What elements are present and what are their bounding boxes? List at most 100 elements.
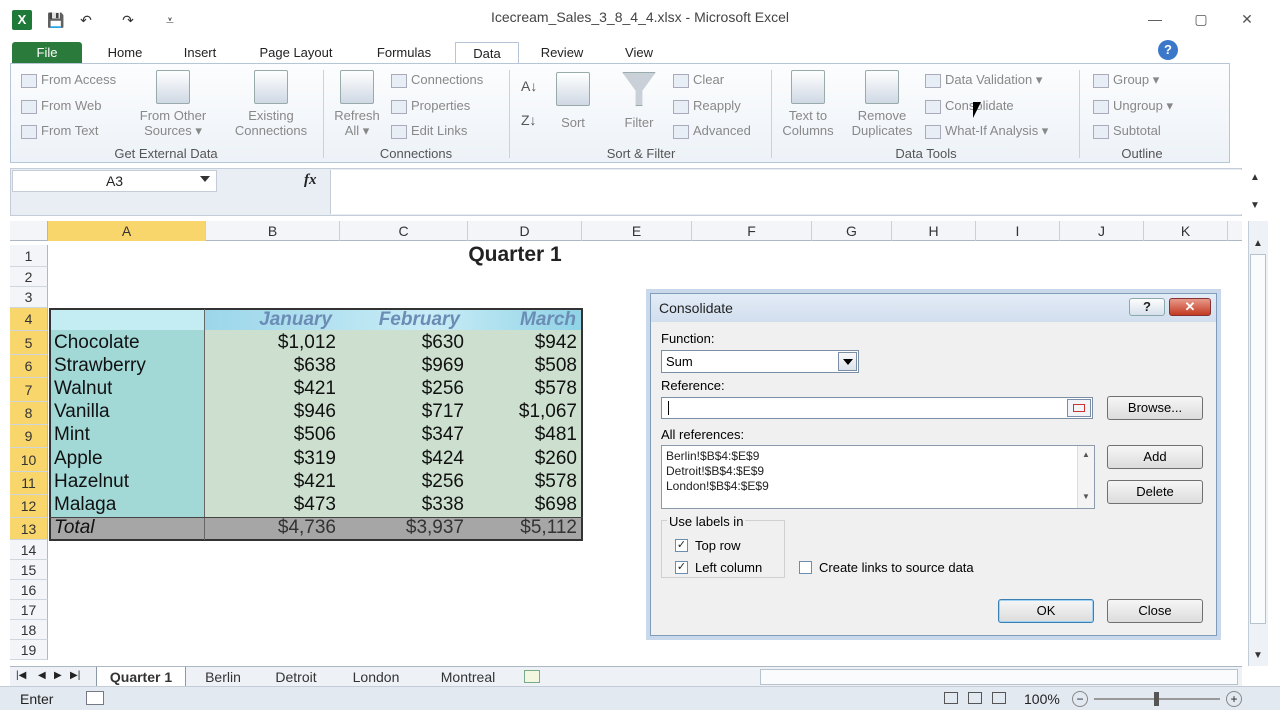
left-column-checkbox[interactable]: ✓: [675, 561, 688, 574]
fx-icon[interactable]: fx: [304, 172, 317, 189]
page-break-view-icon[interactable]: [992, 692, 1006, 704]
ok-button[interactable]: OK: [998, 599, 1094, 623]
row-header[interactable]: 18: [10, 620, 48, 640]
march-value[interactable]: $260: [470, 448, 577, 470]
formula-scroll-up-icon[interactable]: ▲: [1250, 172, 1260, 183]
february-value[interactable]: $630: [340, 332, 464, 354]
product-name[interactable]: Malaga: [54, 494, 116, 516]
remove-duplicates-button[interactable]: Remove Duplicates: [845, 70, 919, 138]
sort-button[interactable]: Sort: [553, 72, 593, 130]
row-header[interactable]: 2: [10, 267, 48, 287]
insert-sheet-icon[interactable]: [524, 670, 540, 683]
row-header[interactable]: 15: [10, 560, 48, 580]
product-name[interactable]: Vanilla: [54, 401, 110, 423]
formula-input[interactable]: [330, 170, 1242, 214]
tab-insert[interactable]: Insert: [168, 42, 232, 64]
column-header-j[interactable]: J: [1060, 221, 1144, 241]
sheet-nav-first-icon[interactable]: |◀: [16, 670, 26, 681]
row-header[interactable]: 19: [10, 640, 48, 660]
scroll-up-icon[interactable]: ▲: [1253, 238, 1263, 249]
january-value[interactable]: $421: [210, 378, 336, 400]
sheet-tab-london[interactable]: London: [340, 667, 412, 687]
add-button[interactable]: Add: [1107, 445, 1203, 469]
list-item[interactable]: Detroit!$B$4:$E$9: [666, 464, 764, 478]
row-header[interactable]: 6: [10, 355, 48, 378]
row-header[interactable]: 8: [10, 402, 48, 425]
edit-links-button[interactable]: Edit Links: [391, 123, 467, 139]
march-value[interactable]: $698: [470, 494, 577, 516]
sheet-nav-next-icon[interactable]: ▶: [54, 670, 62, 681]
january-value[interactable]: $506: [210, 424, 336, 446]
from-web-button[interactable]: From Web: [21, 98, 101, 114]
product-name[interactable]: Strawberry: [54, 355, 146, 377]
total-march[interactable]: $5,112: [470, 517, 577, 539]
column-header-d[interactable]: D: [468, 221, 582, 241]
top-row-checkbox[interactable]: ✓: [675, 539, 688, 552]
sheet-tab-detroit[interactable]: Detroit: [262, 667, 330, 687]
help-icon[interactable]: ?: [1158, 40, 1178, 60]
dialog-close-button[interactable]: ✕: [1169, 298, 1211, 316]
close-button[interactable]: Close: [1107, 599, 1203, 623]
tab-formulas[interactable]: Formulas: [362, 42, 446, 64]
macro-record-icon[interactable]: [86, 691, 104, 705]
horizontal-scrollbar[interactable]: [760, 669, 1238, 685]
row-header[interactable]: 7: [10, 378, 48, 402]
january-value[interactable]: $421: [210, 471, 336, 493]
header-march[interactable]: March: [462, 309, 576, 331]
product-name[interactable]: Hazelnut: [54, 471, 129, 493]
row-header[interactable]: 17: [10, 600, 48, 620]
what-if-analysis-button[interactable]: What-If Analysis ▾: [925, 123, 1048, 139]
filter-button[interactable]: Filter: [617, 72, 661, 130]
all-references-list[interactable]: Berlin!$B$4:$E$9 Detroit!$B$4:$E$9 Londo…: [661, 445, 1095, 509]
january-value[interactable]: $319: [210, 448, 336, 470]
browse-button[interactable]: Browse...: [1107, 396, 1203, 420]
dialog-help-button[interactable]: ?: [1129, 298, 1165, 316]
row-header[interactable]: 14: [10, 540, 48, 560]
text-to-columns-button[interactable]: Text to Columns: [777, 70, 839, 138]
refresh-all-button[interactable]: Refresh All ▾: [329, 70, 385, 138]
tab-page-layout[interactable]: Page Layout: [246, 42, 346, 64]
maximize-button[interactable]: ▢: [1186, 8, 1216, 30]
header-february[interactable]: February: [334, 309, 460, 331]
from-other-sources-button[interactable]: From Other Sources ▾: [129, 70, 217, 138]
scroll-thumb[interactable]: [1250, 254, 1266, 624]
march-value[interactable]: $578: [470, 378, 577, 400]
list-scroll-up-icon[interactable]: ▲: [1082, 450, 1090, 459]
from-access-button[interactable]: From Access: [21, 72, 116, 88]
tab-home[interactable]: Home: [96, 42, 154, 64]
row-header[interactable]: 9: [10, 425, 48, 448]
column-header-a[interactable]: A: [48, 221, 206, 241]
from-text-button[interactable]: From Text: [21, 123, 99, 139]
minimize-button[interactable]: —: [1140, 8, 1170, 30]
sheet-tab-quarter-1[interactable]: Quarter 1: [96, 667, 186, 687]
sort-za-icon[interactable]: Z↓: [521, 112, 537, 128]
february-value[interactable]: $338: [340, 494, 464, 516]
create-links-checkbox[interactable]: [799, 561, 812, 574]
product-name[interactable]: Mint: [54, 424, 90, 446]
connections-button[interactable]: Connections: [391, 72, 483, 88]
page-layout-view-icon[interactable]: [968, 692, 982, 704]
zoom-in-icon[interactable]: +: [1226, 691, 1242, 707]
list-scroll-down-icon[interactable]: ▼: [1082, 492, 1090, 501]
row-header[interactable]: 5: [10, 331, 48, 355]
february-value[interactable]: $256: [340, 471, 464, 493]
february-value[interactable]: $256: [340, 378, 464, 400]
column-header-c[interactable]: C: [340, 221, 468, 241]
close-window-button[interactable]: ✕: [1232, 8, 1262, 30]
row-header[interactable]: 1: [10, 245, 48, 267]
sheet-title[interactable]: Quarter 1: [440, 243, 590, 267]
consolidate-button[interactable]: Consolidate: [925, 98, 1014, 114]
chevron-down-icon[interactable]: [838, 352, 857, 371]
normal-view-icon[interactable]: [944, 692, 958, 704]
name-box-dropdown-icon[interactable]: [200, 176, 210, 182]
sheet-tab-berlin[interactable]: Berlin: [194, 667, 252, 687]
column-header-e[interactable]: E: [582, 221, 692, 241]
sheet-tab-montreal[interactable]: Montreal: [424, 667, 512, 687]
march-value[interactable]: $1,067: [470, 401, 577, 423]
column-header-k[interactable]: K: [1144, 221, 1228, 241]
reapply-button[interactable]: Reapply: [673, 98, 741, 114]
subtotal-button[interactable]: Subtotal: [1093, 123, 1161, 139]
january-value[interactable]: $638: [210, 355, 336, 377]
row-header[interactable]: 4: [10, 308, 48, 331]
column-header-b[interactable]: B: [206, 221, 340, 241]
